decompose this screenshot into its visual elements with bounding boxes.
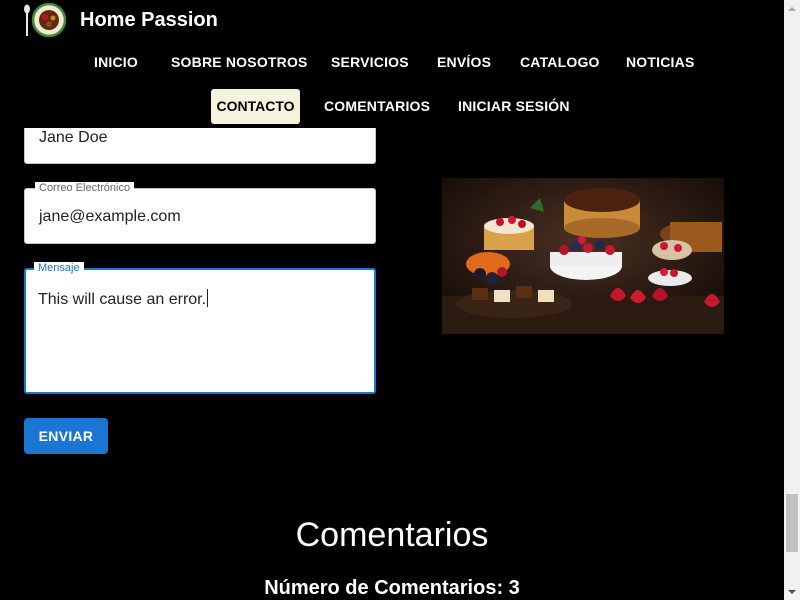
scrollbar-thumb[interactable] — [786, 494, 798, 552]
email-field-label: Correo Electrónico — [35, 182, 135, 194]
email-field[interactable]: Correo Electrónico jane@example.com — [24, 182, 376, 244]
send-button[interactable]: ENVIAR — [24, 418, 108, 454]
nav-item-servicios[interactable]: SERVICIOS — [331, 54, 409, 70]
desserts-image — [442, 178, 724, 334]
nav-item-comentarios[interactable]: COMENTARIOS — [324, 98, 430, 114]
comments-title: Comentarios — [295, 516, 489, 554]
nav-item-iniciar-sesion[interactable]: INICIAR SESIÓN — [458, 98, 570, 114]
message-field-value-wrap: This will cause an error. — [38, 289, 209, 309]
nav-item-contacto[interactable]: CONTACTO — [211, 89, 300, 124]
scroll-up-arrow-icon[interactable] — [784, 0, 800, 17]
text-caret — [207, 289, 209, 307]
message-field[interactable]: Mensaje This will cause an error. — [24, 262, 376, 394]
header: Home Passion INICIO SOBRE NOSOTROS SERVI… — [0, 0, 784, 128]
comments-count: Número de Comentarios: 3 — [264, 577, 520, 599]
scroll-down-arrow-icon[interactable] — [784, 583, 800, 600]
nav-item-inicio[interactable]: INICIO — [94, 54, 138, 70]
vertical-scrollbar[interactable] — [784, 0, 800, 600]
message-field-label: Mensaje — [34, 262, 84, 274]
nav-item-catalogo[interactable]: CATALOGO — [520, 54, 600, 70]
name-field-value: Jane Doe — [39, 129, 108, 146]
message-field-value: This will cause an error. — [38, 291, 207, 308]
email-field-value: jane@example.com — [39, 208, 181, 225]
site-title[interactable]: Home Passion — [80, 9, 218, 32]
nav-item-envios[interactable]: ENVÍOS — [437, 54, 491, 70]
nav-item-sobre-nosotros[interactable]: SOBRE NOSOTROS — [171, 54, 308, 70]
site-logo[interactable] — [22, 2, 68, 38]
nav-item-noticias[interactable]: NOTICIAS — [626, 54, 695, 70]
